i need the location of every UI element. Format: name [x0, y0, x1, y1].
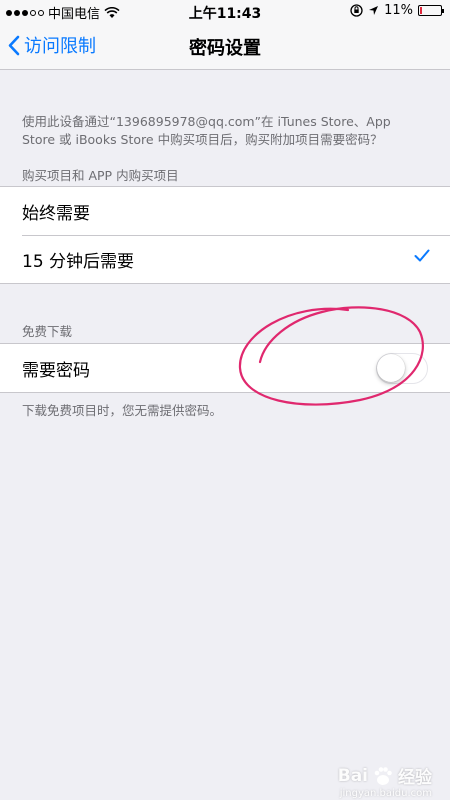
option-label: 始终需要: [22, 203, 90, 224]
baidu-jingyan-watermark: Bai 经验 jingyan.baidu.com: [337, 763, 432, 800]
require-password-row: 需要密码: [0, 344, 450, 392]
battery-percent: 11%: [384, 3, 413, 18]
option-label: 15 分钟后需要: [22, 251, 135, 272]
battery-icon: [418, 5, 444, 16]
battery-level-fill: [420, 7, 422, 14]
checkmark-icon: [414, 249, 430, 262]
status-right: 11%: [350, 3, 444, 18]
require-password-toggle[interactable]: [376, 353, 428, 384]
purchases-section-header: 购买项目和 APP 内购买项目: [22, 168, 179, 183]
watermark-brand-cn: 经验: [398, 768, 432, 788]
status-bar: 中国电信 上午11:43 11%: [0, 0, 450, 22]
toggle-knob: [377, 354, 405, 382]
watermark-url: jingyan.baidu.com: [339, 788, 432, 799]
baidu-paw-logo-icon: [374, 766, 392, 785]
free-downloads-footer-note: 下载免费项目时，您无需提供密码。: [22, 403, 223, 418]
rotation-lock-icon: [350, 4, 363, 17]
free-downloads-group: 需要密码: [0, 343, 450, 393]
navigation-bar: 访问限制 密码设置: [0, 22, 450, 70]
page-title: 密码设置: [189, 38, 261, 59]
require-password-label: 需要密码: [22, 360, 90, 381]
location-arrow-icon: [369, 6, 379, 15]
option-always-require[interactable]: 始终需要: [0, 187, 450, 235]
watermark-brand: Bai: [337, 765, 368, 786]
password-settings-description: 使用此设备通过“1396895978@qq.com”在 iTunes Store…: [22, 114, 391, 147]
option-require-after-15-min[interactable]: 15 分钟后需要: [0, 235, 450, 283]
free-downloads-section-header: 免费下载: [22, 324, 73, 339]
purchases-options-group: 始终需要 15 分钟后需要: [0, 186, 450, 284]
